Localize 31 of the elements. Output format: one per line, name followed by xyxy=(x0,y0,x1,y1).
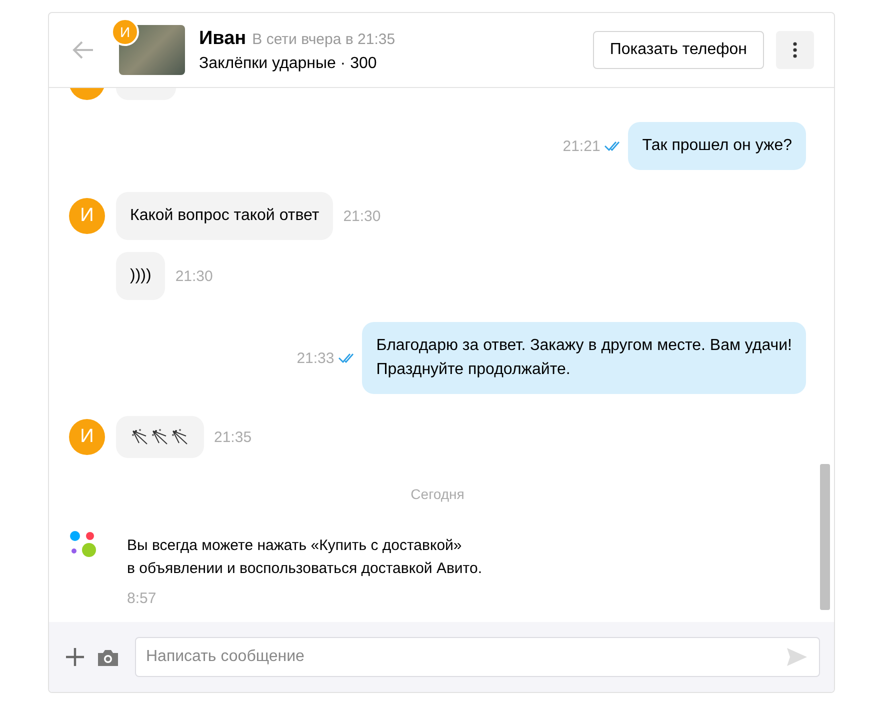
plus-icon[interactable] xyxy=(65,647,85,667)
avatar-circle: И xyxy=(69,419,105,455)
scrollbar-thumb[interactable] xyxy=(820,464,830,610)
photo-placeholder xyxy=(119,25,185,75)
party-popper-icon xyxy=(170,428,190,446)
message-time: 8:57 xyxy=(127,590,158,607)
party-popper-icon xyxy=(130,428,150,446)
message-time: 21:35 xyxy=(214,428,252,446)
message-bubble: Какой вопрос такой ответ xyxy=(116,192,334,240)
message-bubble: Так прошел он уже? xyxy=(628,122,806,170)
message-time: 21:33 xyxy=(296,350,334,366)
message-time: 21:30 xyxy=(343,208,381,224)
party-popper-icon xyxy=(150,428,170,446)
dots-logo-icon xyxy=(69,530,99,560)
avatar-badge: И xyxy=(111,18,139,46)
vertical-dots-icon xyxy=(793,42,797,58)
message-time: 21:30 xyxy=(175,268,213,284)
date-separator: Сегодня xyxy=(410,486,464,502)
listing-title[interactable]: Заклёпки ударные · 300 xyxy=(199,54,377,72)
back-arrow-icon[interactable] xyxy=(71,40,95,60)
camera-icon[interactable] xyxy=(97,648,119,666)
avatar-circle: И xyxy=(69,198,105,234)
message-bubble: )))) xyxy=(116,252,166,300)
show-phone-button[interactable]: Показать телефон xyxy=(592,31,764,69)
contact-name: Иван xyxy=(199,28,246,50)
online-status: В сети вчера в 21:35 xyxy=(252,30,396,48)
message-input-field[interactable]: Написать сообщение xyxy=(135,637,820,677)
message-bubble: Благодарю за ответ. Закажу в другом месте. Вам удачи! Празднуйте продолжайте. xyxy=(362,322,806,394)
system-message: Вы всегда можете нажать «Купить с доставкой» в объявлении и воспользоваться доставкой Авито. xyxy=(127,536,482,579)
message-time: 21:21 xyxy=(562,138,600,154)
more-menu-button[interactable] xyxy=(776,31,814,69)
